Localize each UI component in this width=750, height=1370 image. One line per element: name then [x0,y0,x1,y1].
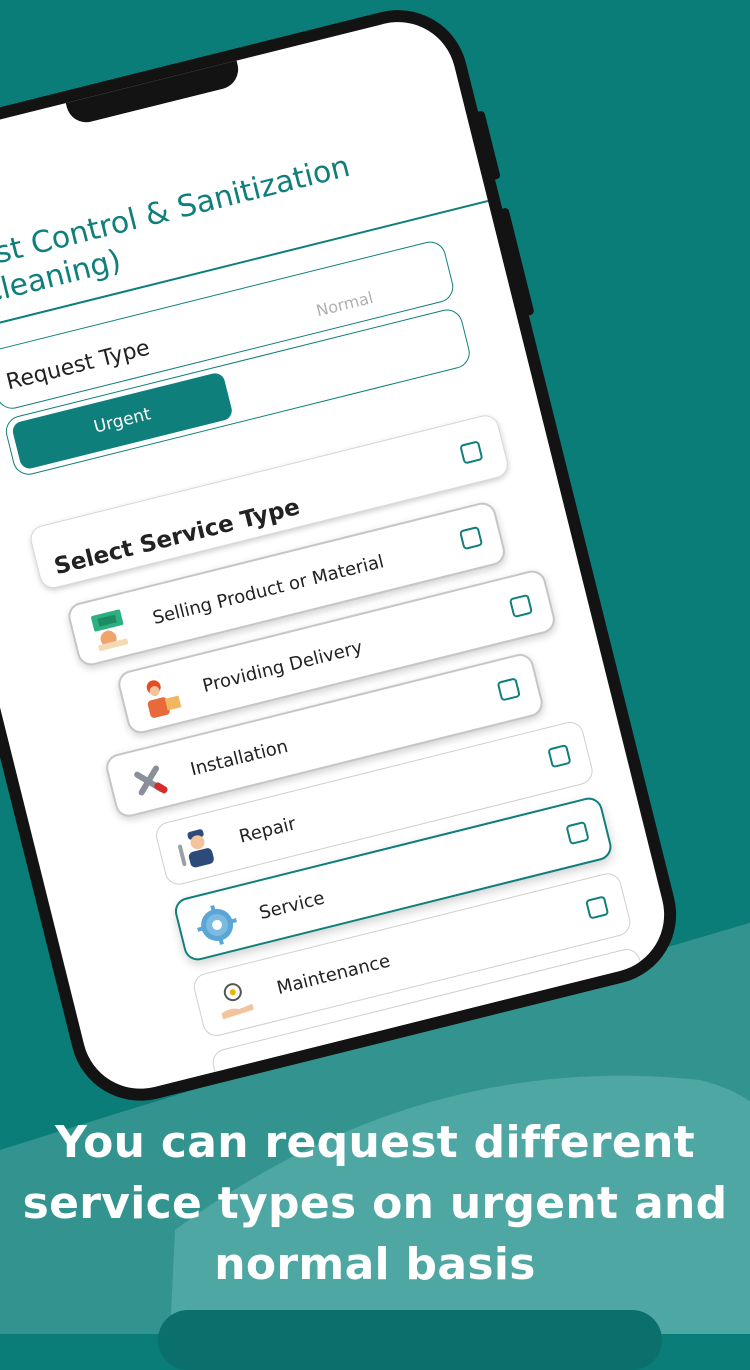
service-item-label: Installation [188,735,291,781]
phone-frame: 41 Pest Control & Sanitization (Cleaning… [0,0,691,1116]
app-screen: 41 Pest Control & Sanitization (Cleaning… [0,9,677,1101]
repairman-icon [178,829,214,868]
tools-icon [134,765,168,796]
service-checkbox[interactable] [547,744,572,769]
promo-caption: You can request different service types … [22,1117,728,1290]
service-item-label: Service [257,887,327,925]
service-item-label: Providing Delivery [200,636,365,697]
service-checkbox[interactable] [508,593,534,619]
select-all-checkbox[interactable] [459,440,484,465]
maintenance-icon [221,983,254,1020]
service-checkbox[interactable] [565,820,590,846]
delivery-person-icon [146,680,182,718]
service-item-label: Repair [237,813,299,848]
product-icon [91,609,129,651]
service-item-label: Maintenance [274,950,393,999]
bottom-pill [158,1310,662,1370]
service-checkbox[interactable] [585,895,610,920]
gear-icon [197,905,237,945]
normal-option[interactable]: Normal [314,288,375,320]
service-checkbox[interactable] [496,677,521,702]
service-checkbox[interactable] [458,525,484,551]
request-type-label: Request Type [3,335,153,396]
